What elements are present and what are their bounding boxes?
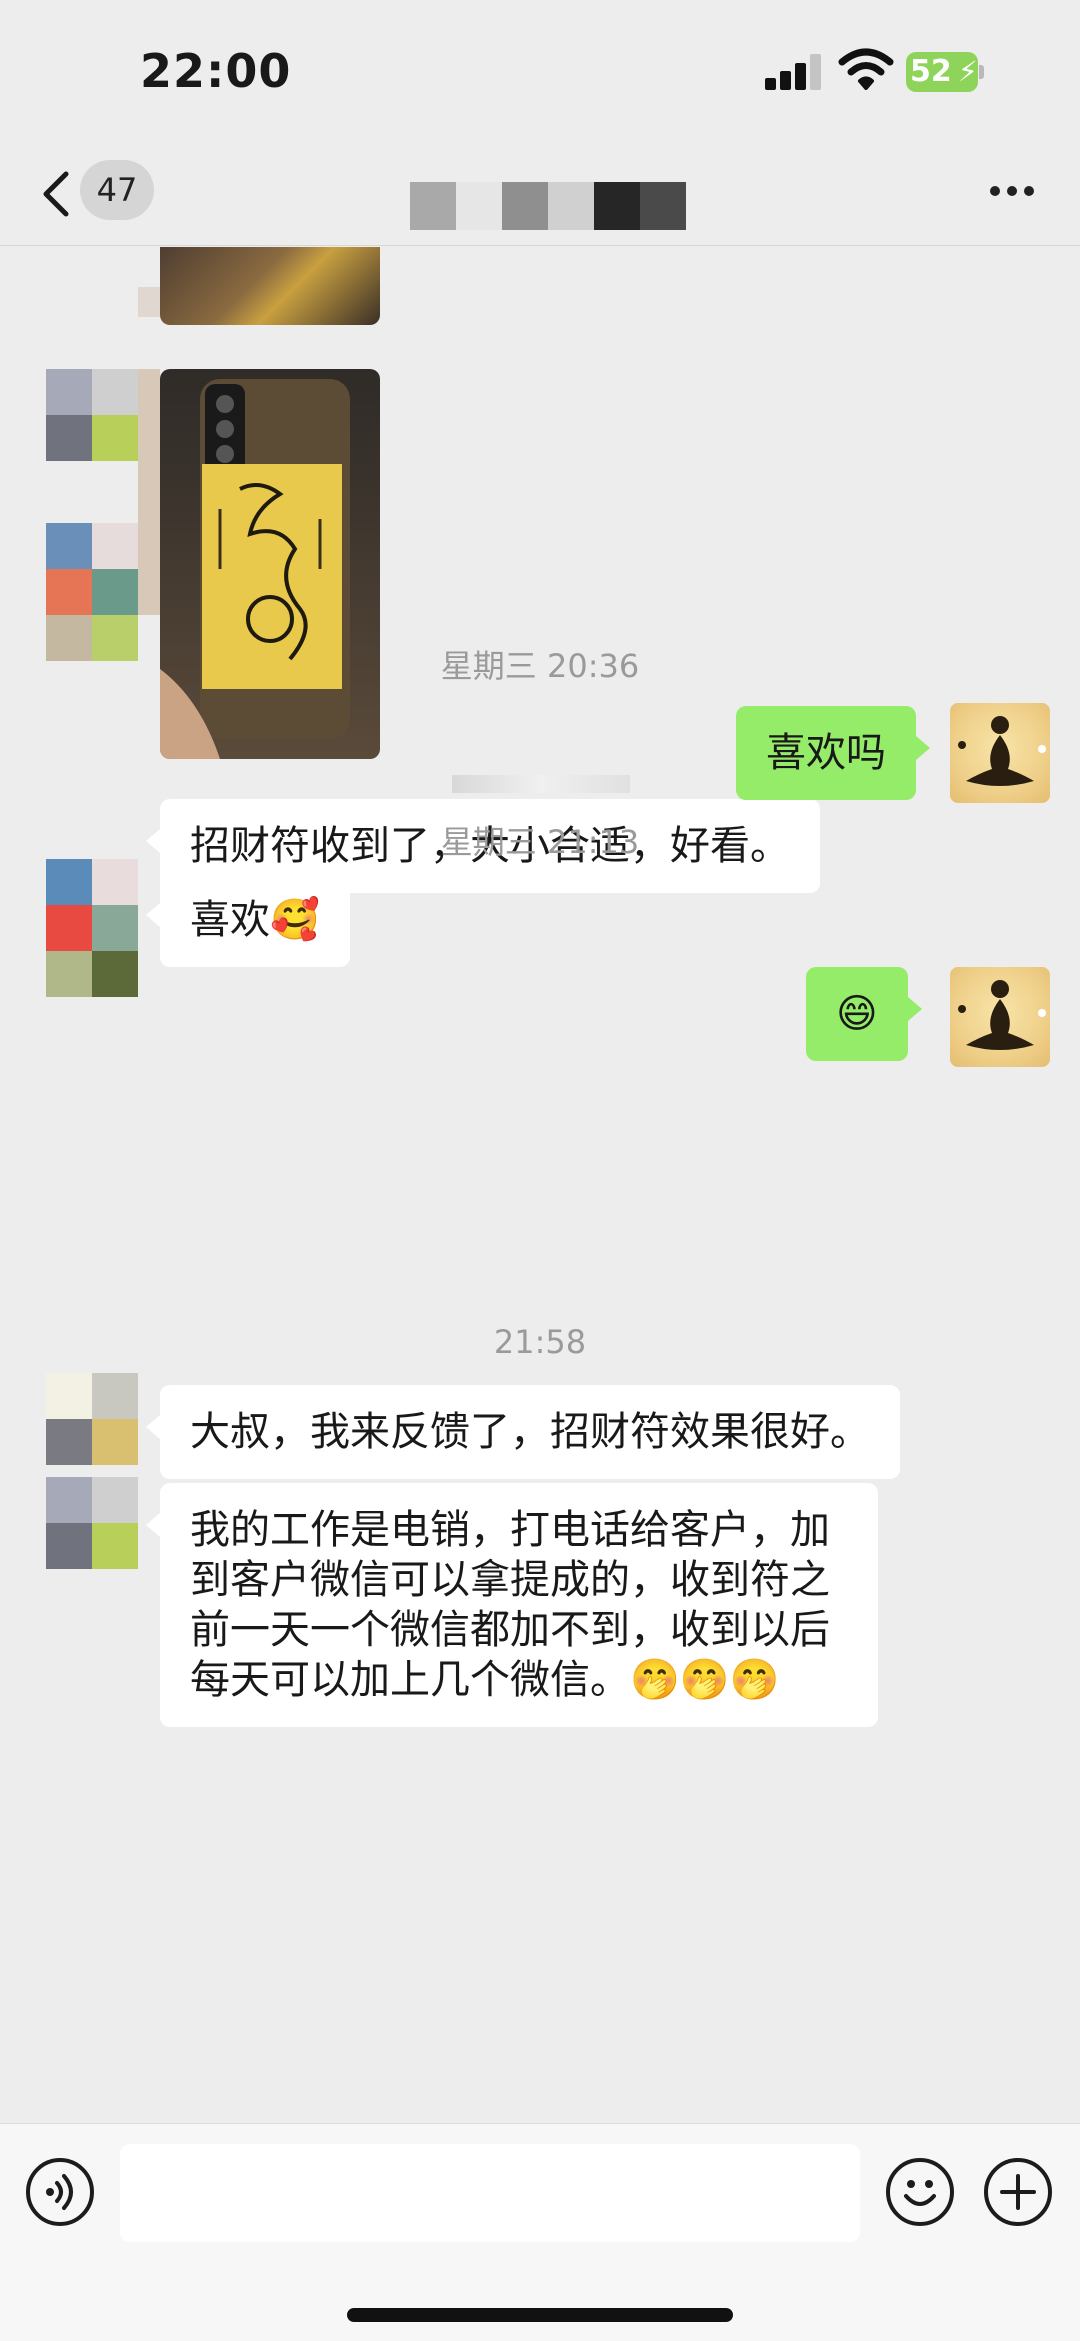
avatar-self[interactable] — [950, 703, 1050, 803]
avatar — [46, 951, 138, 997]
battery-icon: 52 ⚡ — [906, 52, 984, 92]
message-bubble[interactable]: 😄 — [806, 967, 922, 1061]
message-list[interactable]: 招财符收到了，大小合适，好看。 星期三 20:36 喜欢吗 星期三 21:13 … — [0, 247, 1080, 2123]
cellular-signal-icon — [765, 52, 825, 90]
avatar[interactable] — [46, 369, 138, 461]
message-bubble[interactable]: 大叔，我来反馈了，招财符效果很好。 — [146, 1385, 900, 1479]
message-bubble[interactable]: 喜欢吗 — [736, 706, 930, 800]
message-line: 每天可以加上几个微信。🤭🤭🤭 — [190, 1657, 780, 1703]
emoji-button[interactable] — [886, 2158, 954, 2226]
plus-icon — [1000, 2174, 1036, 2210]
voice-icon — [46, 2174, 73, 2210]
avatar[interactable] — [46, 859, 138, 951]
message-photo[interactable] — [160, 369, 380, 759]
message-bubble[interactable]: 我的工作是电销，打电话给客户，加 到客户微信可以拿提成的，收到符之 前一天一个微… — [146, 1483, 878, 1727]
chat-header: 47 — [0, 150, 1080, 246]
avatar[interactable] — [46, 523, 138, 615]
status-bar: 22:00 52 ⚡ — [0, 0, 1080, 150]
status-time: 22:00 — [140, 44, 292, 98]
emoji-icon — [904, 2180, 936, 2206]
chevron-left-icon — [43, 171, 69, 217]
timestamp: 星期三 20:36 — [440, 647, 640, 685]
redacted-text — [452, 775, 630, 793]
message-bubble[interactable]: 喜欢🥰 — [146, 873, 350, 967]
ellipsis-icon — [990, 186, 1000, 196]
meditation-figure-icon — [958, 980, 1046, 1050]
avatar-self[interactable] — [950, 967, 1050, 1067]
message-line: 到客户微信可以拿提成的，收到符之 — [190, 1557, 830, 1603]
battery-percent: 52 — [910, 54, 952, 89]
home-indicator[interactable] — [347, 2308, 733, 2322]
message-input[interactable] — [120, 2144, 860, 2242]
voice-button[interactable] — [26, 2158, 94, 2226]
photo-edge — [138, 369, 160, 615]
chat-title-redacted — [410, 182, 686, 230]
meditation-figure-icon — [958, 716, 1046, 786]
back-button[interactable] — [36, 164, 76, 224]
message-line: 前一天一个微信都加不到，收到以后 — [190, 1607, 830, 1653]
add-button[interactable] — [984, 2158, 1052, 2226]
message-line: 我的工作是电销，打电话给客户，加 — [190, 1507, 830, 1553]
timestamp: 21:58 — [493, 1323, 587, 1361]
timestamp: 星期三 21:13 — [440, 823, 640, 861]
avatar[interactable] — [46, 1373, 138, 1465]
wifi-icon — [838, 48, 894, 92]
more-button[interactable] — [990, 186, 1034, 200]
talisman-phone-case-image — [160, 379, 350, 759]
message-photo[interactable] — [160, 247, 380, 325]
photo-edge — [138, 287, 160, 317]
unread-count-badge[interactable]: 47 — [80, 160, 154, 220]
avatar[interactable] — [46, 1477, 138, 1569]
